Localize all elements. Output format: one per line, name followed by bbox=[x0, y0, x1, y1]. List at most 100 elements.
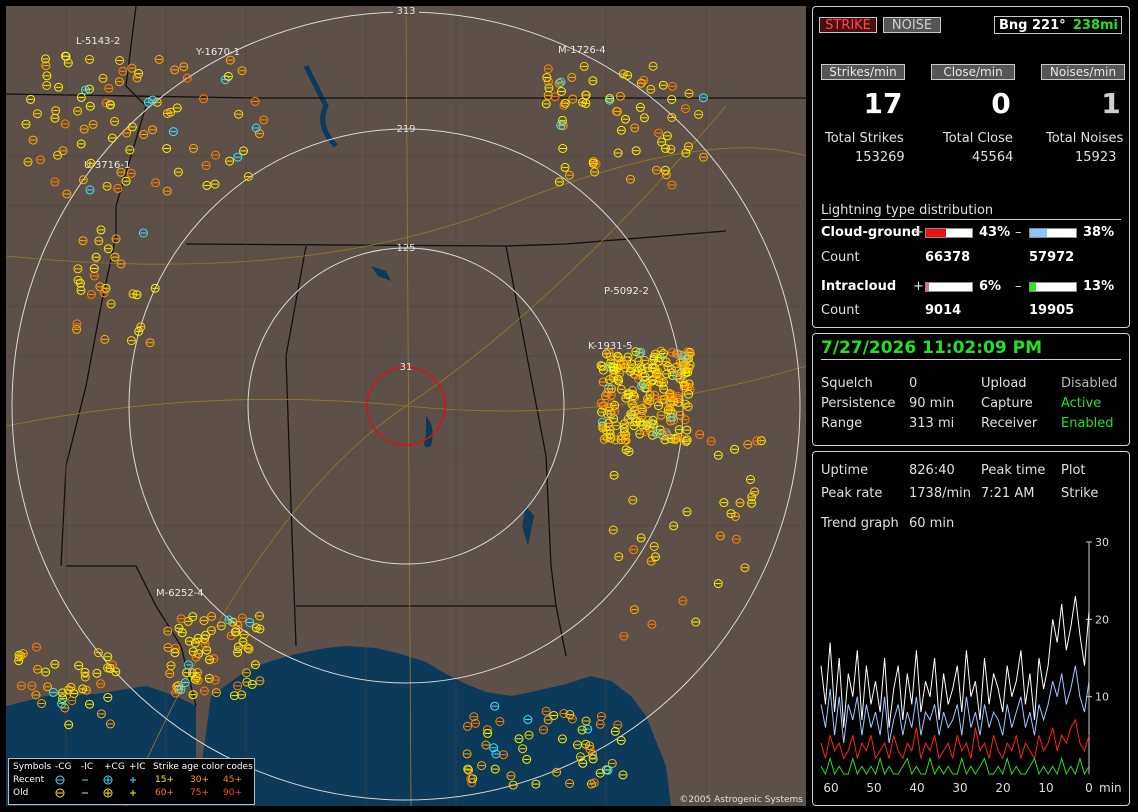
legend-age: 75+ bbox=[190, 788, 209, 798]
legend-row-label: Old bbox=[13, 788, 29, 798]
bearing-value: Bng 221° bbox=[999, 18, 1066, 33]
noises-per-min-button[interactable]: Noises/min bbox=[1041, 64, 1125, 80]
trend-series-line bbox=[820, 596, 1090, 728]
plus-sign: + bbox=[913, 279, 924, 294]
legend-age: 30+ bbox=[190, 775, 209, 785]
ring-label-125: 125 bbox=[396, 243, 415, 254]
uptime-label: Uptime bbox=[821, 463, 869, 478]
range-value[interactable]: 313 mi bbox=[909, 416, 954, 431]
close-per-min-value: 0 bbox=[991, 87, 1011, 120]
trend-panel: Uptime 826:40 Peak time Plot Peak rate 1… bbox=[812, 451, 1130, 806]
legend-age: 60+ bbox=[155, 788, 174, 798]
strikes-per-min-value: 17 bbox=[863, 87, 903, 120]
receiver-value[interactable]: Enabled bbox=[1061, 416, 1114, 431]
peak-time-value: 7:21 AM bbox=[981, 486, 1035, 501]
ring-label-313: 313 bbox=[396, 6, 415, 17]
ic-positive-bar bbox=[925, 282, 973, 292]
cg-negative-bar bbox=[1029, 228, 1077, 238]
x-unit-label: min bbox=[1099, 781, 1122, 795]
total-close-value: 45564 bbox=[972, 150, 1014, 165]
total-close-label: Total Close bbox=[943, 131, 1013, 146]
peak-time-label: Peak time bbox=[981, 463, 1046, 478]
legend-col: -CG bbox=[55, 762, 72, 772]
station-label: P-5092-2 bbox=[604, 286, 649, 297]
station-label: K-1931-5 bbox=[588, 341, 633, 352]
total-strikes-label: Total Strikes bbox=[825, 131, 904, 146]
upload-value[interactable]: Disabled bbox=[1061, 376, 1117, 391]
cg-positive-count: 66378 bbox=[925, 250, 971, 265]
plus-sign: + bbox=[913, 225, 924, 240]
x-tick-label: 20 bbox=[995, 781, 1010, 795]
count-label: Count bbox=[821, 250, 860, 265]
x-tick-label: 40 bbox=[909, 781, 924, 795]
capture-label: Capture bbox=[981, 396, 1033, 411]
plot-value[interactable]: Strike bbox=[1061, 486, 1098, 501]
x-tick-label: 60 bbox=[823, 781, 838, 795]
lightning-map[interactable]: 313 219 125 31 L-5143-2 Y-1670-1 M-1726-… bbox=[6, 6, 806, 806]
datetime: 7/27/2026 11:02:09 PM bbox=[821, 338, 1042, 358]
x-tick-label: 50 bbox=[866, 781, 881, 795]
upload-label: Upload bbox=[981, 376, 1027, 391]
station-label: Y-1670-1 bbox=[195, 47, 240, 58]
legend-symbols-title: Symbols bbox=[13, 762, 52, 772]
persistence-value[interactable]: 90 min bbox=[909, 396, 954, 411]
noise-tab[interactable]: NOISE bbox=[883, 17, 941, 33]
x-tick-label: 0 bbox=[1085, 781, 1093, 795]
minus-sign: – bbox=[1015, 225, 1022, 240]
trend-value[interactable]: 60 min bbox=[909, 516, 954, 531]
strikes-per-min-button[interactable]: Strikes/min bbox=[821, 64, 905, 80]
x-tick-label: 30 bbox=[952, 781, 967, 795]
minus-sign: – bbox=[1015, 279, 1022, 294]
squelch-value[interactable]: 0 bbox=[909, 376, 917, 391]
divider bbox=[821, 219, 1121, 220]
ic-positive-bar-fill bbox=[926, 283, 929, 291]
bearing-readout: Bng 221° 238mi bbox=[994, 16, 1122, 34]
trend-graph: 30 20 10 60 50 40 30 20 10 0 min bbox=[820, 536, 1122, 795]
legend: Symbols -CG -IC +CG +IC Strike age color… bbox=[8, 758, 255, 805]
distribution-title: Lightning type distribution bbox=[821, 203, 994, 218]
trend-series-line bbox=[820, 756, 1090, 776]
cg-negative-percent: 38% bbox=[1083, 225, 1115, 240]
ic-negative-percent: 13% bbox=[1083, 279, 1115, 294]
peak-rate-value: 1738/min bbox=[909, 486, 971, 501]
cg-negative-count: 57972 bbox=[1029, 250, 1075, 265]
total-noises-value: 15923 bbox=[1075, 150, 1117, 165]
trend-label: Trend graph bbox=[821, 516, 899, 531]
y-tick-label: 30 bbox=[1095, 536, 1109, 549]
receiver-label: Receiver bbox=[981, 416, 1038, 431]
ring-label-219: 219 bbox=[396, 124, 415, 135]
legend-age: 45+ bbox=[223, 775, 242, 785]
ic-positive-count: 9014 bbox=[925, 303, 962, 318]
legend-age: 15+ bbox=[155, 775, 174, 785]
peak-rate-label: Peak rate bbox=[821, 486, 883, 501]
ring-label-31: 31 bbox=[400, 362, 413, 373]
legend-age-title: Strike age color codes bbox=[153, 762, 253, 772]
cg-positive-percent: 43% bbox=[979, 225, 1011, 240]
noises-per-min-value: 1 bbox=[1101, 87, 1121, 120]
legend-row-label: Recent bbox=[13, 775, 45, 785]
legend-col: +IC bbox=[129, 762, 146, 772]
uptime-value: 826:40 bbox=[909, 463, 955, 478]
ic-negative-bar bbox=[1029, 282, 1077, 292]
y-tick-label: 10 bbox=[1095, 691, 1109, 704]
station-label: M-6252-4 bbox=[156, 588, 204, 599]
station-label: L-5143-2 bbox=[76, 36, 120, 47]
map-canvas[interactable]: 313 219 125 31 L-5143-2 Y-1670-1 M-1726-… bbox=[6, 6, 806, 806]
persistence-label: Persistence bbox=[821, 396, 896, 411]
y-tick-label: 20 bbox=[1095, 613, 1109, 626]
capture-value[interactable]: Active bbox=[1061, 396, 1101, 411]
legend-symbols-icon bbox=[55, 775, 136, 798]
legend-col: +CG bbox=[104, 762, 125, 772]
divider bbox=[821, 359, 1121, 360]
total-strikes-value: 153269 bbox=[855, 150, 905, 165]
total-noises-label: Total Noises bbox=[1046, 131, 1124, 146]
close-per-min-button[interactable]: Close/min bbox=[931, 64, 1015, 80]
ic-negative-count: 19905 bbox=[1029, 303, 1075, 318]
strike-tab[interactable]: STRIKE bbox=[819, 17, 877, 33]
range-label: Range bbox=[821, 416, 863, 431]
squelch-label: Squelch bbox=[821, 376, 873, 391]
ic-positive-percent: 6% bbox=[979, 279, 1002, 294]
ic-label: Intracloud bbox=[821, 279, 897, 294]
stats-panel: STRIKE NOISE Bng 221° 238mi Strikes/min … bbox=[812, 6, 1130, 328]
legend-col: -IC bbox=[81, 762, 94, 772]
